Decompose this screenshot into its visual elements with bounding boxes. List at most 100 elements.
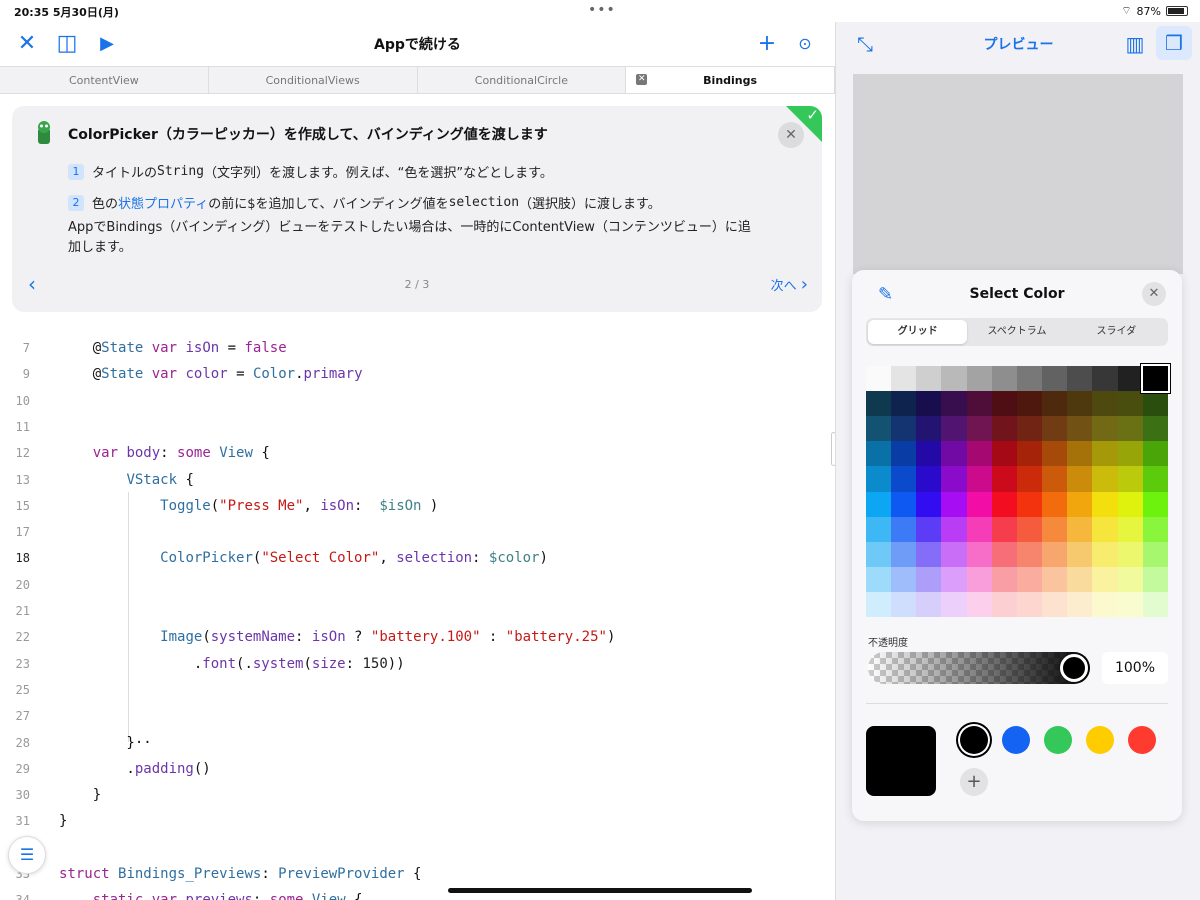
color-grid-cell[interactable] — [1142, 466, 1168, 492]
color-grid-cell[interactable] — [866, 591, 892, 617]
color-grid-cell[interactable] — [1042, 391, 1068, 417]
color-grid-cell[interactable] — [966, 366, 992, 392]
color-grid-cell[interactable] — [1067, 466, 1093, 492]
color-grid-cell[interactable] — [891, 541, 917, 567]
color-grid-cell[interactable] — [1092, 441, 1118, 467]
color-grid-cell[interactable] — [1142, 541, 1168, 567]
color-grid-cell[interactable] — [1042, 566, 1068, 592]
segment-sliders[interactable]: スライダ — [1067, 320, 1166, 344]
color-grid-cell[interactable] — [866, 541, 892, 567]
color-grid-cell[interactable] — [1117, 491, 1143, 517]
tab-contentview[interactable]: ContentView — [0, 67, 209, 93]
color-grid-cell[interactable] — [1016, 466, 1043, 492]
color-grid-cell[interactable] — [1092, 516, 1118, 542]
color-grid-cell[interactable] — [1067, 391, 1093, 417]
color-grid-cell[interactable] — [1067, 366, 1093, 392]
color-grid-cell[interactable] — [1067, 416, 1093, 442]
color-grid-cell[interactable] — [1092, 591, 1118, 617]
color-grid-cell[interactable] — [866, 466, 892, 492]
add-icon[interactable]: + — [754, 31, 780, 57]
segment-grid[interactable]: グリッド — [868, 320, 968, 344]
color-grid-cell[interactable] — [991, 366, 1017, 392]
color-grid-cell[interactable] — [1092, 416, 1118, 442]
color-grid-cell[interactable] — [916, 491, 942, 517]
color-grid-cell[interactable] — [1016, 541, 1043, 567]
color-grid-cell[interactable] — [1042, 516, 1068, 542]
color-grid-cell[interactable] — [991, 591, 1017, 617]
color-grid-cell[interactable] — [1016, 516, 1043, 542]
color-grid-cell[interactable] — [941, 491, 967, 517]
color-grid-cell[interactable] — [1092, 491, 1118, 517]
opacity-slider[interactable] — [868, 652, 1090, 684]
state-property-link[interactable]: 状態プロパティ — [118, 193, 208, 212]
color-grid-cell[interactable] — [891, 566, 917, 592]
color-grid-cell[interactable] — [1142, 591, 1168, 617]
color-grid-cell[interactable] — [991, 466, 1017, 492]
color-grid-cell[interactable] — [1067, 591, 1093, 617]
color-grid-cell[interactable] — [866, 491, 892, 517]
color-grid-cell[interactable] — [1142, 491, 1168, 517]
color-grid-cell[interactable] — [966, 416, 992, 442]
color-grid-cell[interactable] — [1140, 363, 1170, 394]
opacity-value-field[interactable]: 100% — [1102, 652, 1168, 684]
color-grid-cell[interactable] — [966, 591, 992, 617]
color-grid-cell[interactable] — [941, 416, 967, 442]
guide-next-button[interactable]: 次へ › — [771, 274, 808, 295]
color-grid-cell[interactable] — [966, 491, 992, 517]
color-grid-cell[interactable] — [1117, 591, 1143, 617]
color-grid-cell[interactable] — [1067, 516, 1093, 542]
color-grid-cell[interactable] — [866, 416, 892, 442]
color-grid-cell[interactable] — [916, 516, 942, 542]
color-grid-cell[interactable] — [916, 441, 942, 467]
documentation-button[interactable]: ☰ — [8, 836, 46, 874]
color-grid-cell[interactable] — [1016, 366, 1043, 392]
add-favorite-color-button[interactable]: + — [960, 768, 988, 796]
color-grid-cell[interactable] — [1117, 416, 1143, 442]
color-grid-cell[interactable] — [1067, 491, 1093, 517]
color-grid-cell[interactable] — [1117, 566, 1143, 592]
color-grid-cell[interactable] — [966, 516, 992, 542]
color-grid-cell[interactable] — [916, 366, 942, 392]
color-grid-cell[interactable] — [966, 466, 992, 492]
color-grid-cell[interactable] — [941, 541, 967, 567]
color-grid-cell[interactable] — [1142, 566, 1168, 592]
color-grid-cell[interactable] — [1016, 441, 1043, 467]
color-grid-cell[interactable] — [866, 566, 892, 592]
color-grid-cell[interactable] — [941, 466, 967, 492]
color-grid-cell[interactable] — [866, 516, 892, 542]
color-grid-cell[interactable] — [1042, 491, 1068, 517]
color-grid-cell[interactable] — [991, 516, 1017, 542]
color-grid-cell[interactable] — [991, 491, 1017, 517]
favorite-color-swatch[interactable] — [1044, 726, 1072, 754]
color-grid-cell[interactable] — [1117, 441, 1143, 467]
color-grid-cell[interactable] — [1142, 441, 1168, 467]
color-grid-cell[interactable] — [1042, 541, 1068, 567]
tab-close-icon[interactable]: ✕ — [636, 74, 648, 85]
color-grid-cell[interactable] — [966, 391, 992, 417]
color-grid-cell[interactable] — [1092, 366, 1118, 392]
color-grid-cell[interactable] — [1042, 466, 1068, 492]
opacity-slider-thumb[interactable] — [1060, 654, 1088, 682]
color-grid-cell[interactable] — [866, 391, 892, 417]
color-grid-cell[interactable] — [866, 441, 892, 467]
color-grid-cell[interactable] — [941, 566, 967, 592]
color-grid-cell[interactable] — [891, 591, 917, 617]
color-grid-cell[interactable] — [1092, 466, 1118, 492]
color-grid-cell[interactable] — [1092, 566, 1118, 592]
tab-conditionalviews[interactable]: ConditionalViews — [209, 67, 418, 93]
tab-conditionalcircle[interactable]: ConditionalCircle — [418, 67, 627, 93]
color-grid-cell[interactable] — [1067, 566, 1093, 592]
color-grid-cell[interactable] — [1016, 416, 1043, 442]
favorite-color-swatch[interactable] — [1128, 726, 1156, 754]
color-grid-cell[interactable] — [991, 391, 1017, 417]
guide-close-icon[interactable]: ✕ — [778, 122, 804, 148]
color-grid-cell[interactable] — [1117, 541, 1143, 567]
more-icon[interactable]: ⊙ — [792, 31, 818, 57]
color-grid-cell[interactable] — [1142, 416, 1168, 442]
color-grid-cell[interactable] — [916, 541, 942, 567]
library-icon[interactable]: ▥ — [1122, 31, 1148, 57]
color-grid-cell[interactable] — [1067, 441, 1093, 467]
color-grid-cell[interactable] — [1142, 516, 1168, 542]
segment-spectrum[interactable]: スペクトラム — [967, 320, 1066, 344]
color-grid-cell[interactable] — [1042, 366, 1068, 392]
